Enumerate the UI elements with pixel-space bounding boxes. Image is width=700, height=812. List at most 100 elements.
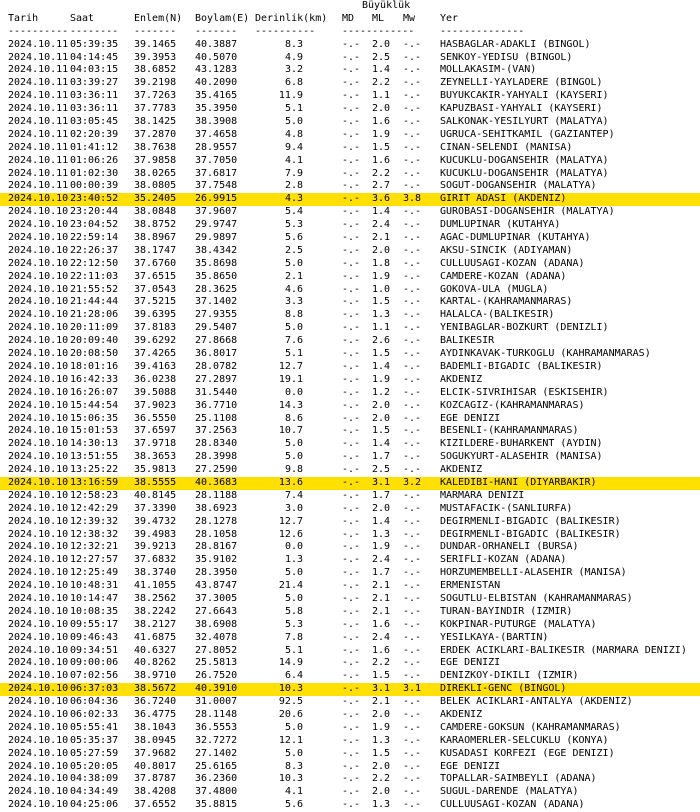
cell-mw: -.- (403, 64, 422, 76)
cell-time: 14:30:13 (70, 438, 119, 450)
table-row: 2024.10.10 20:09:40 39.6292 27.8668 7.6 -.- 2.… (0, 335, 700, 348)
cell-longitude: 35.9102 (195, 554, 238, 566)
cell-date: 2024.10.10 (8, 335, 69, 347)
cell-longitude: 37.3005 (195, 592, 238, 604)
cell-location: DIREKLI-GENC (BINGOL) (440, 683, 567, 695)
cell-location: DEGIRMENLI-BIGADIC (BALIKESIR) (440, 515, 621, 527)
cell-mw: -.- (403, 580, 422, 592)
cell-latitude: 37.9682 (134, 747, 177, 759)
cell-md: -.- (342, 799, 361, 811)
cell-date: 2024.10.10 (8, 734, 69, 746)
column-header-longitude: Boylam(E) (195, 12, 250, 24)
cell-md: -.- (342, 103, 361, 115)
table-row: 2024.10.10 05:35:37 38.0945 32.7272 12.1 -.- 1… (0, 735, 700, 748)
table-row: 2024.10.10 07:02:56 38.9710 26.7520 6.4 -.- 1.… (0, 670, 700, 683)
cell-location: MARMARA DENIZI (440, 489, 525, 501)
cell-md: -.- (342, 464, 361, 476)
cell-depth: 0.0 (284, 541, 303, 553)
table-row: 2024.10.10 06:04:36 36.7240 31.0007 92.5 -.- 2… (0, 696, 700, 709)
cell-time: 15:44:54 (70, 399, 119, 411)
cell-latitude: 38.3653 (134, 451, 177, 463)
cell-mw: -.- (403, 270, 422, 282)
cell-depth: 12.7 (278, 360, 303, 372)
cell-md: -.- (342, 399, 361, 411)
cell-date: 2024.10.10 (8, 438, 69, 450)
cell-md: -.- (342, 644, 361, 656)
cell-depth: 4.6 (284, 283, 303, 295)
cell-depth: 1.3 (284, 554, 303, 566)
cell-ml: 2.0 (372, 502, 391, 514)
table-row: 2024.10.10 05:20:05 40.8017 25.6165 8.3 -.- 2.… (0, 761, 700, 774)
cell-time: 03:05:45 (70, 116, 119, 128)
cell-date: 2024.10.10 (8, 760, 69, 772)
cell-md: -.- (342, 412, 361, 424)
cell-location: KUSADASI KORFEZI (EGE DENIZI) (440, 747, 615, 759)
cell-depth: 7.6 (284, 335, 303, 347)
table-row: 2024.10.10 09:46:43 41.6875 32.4078 7.8 -.- 2.… (0, 632, 700, 645)
cell-longitude: 27.2897 (195, 373, 238, 385)
cell-location: EGE DENIZI (440, 657, 501, 669)
cell-depth: 5.6 (284, 232, 303, 244)
cell-latitude: 38.8752 (134, 219, 177, 231)
cell-date: 2024.10.10 (8, 644, 69, 656)
cell-location: GOKOVA-ULA (MUGLA) (440, 283, 549, 295)
cell-depth: 4.3 (284, 193, 303, 205)
cell-ml: 1.4 (372, 360, 391, 372)
table-row: 2024.10.10 15:01:53 37.6597 37.2563 10.7 -.- 1… (0, 425, 700, 438)
cell-latitude: 38.8967 (134, 232, 177, 244)
cell-latitude: 39.4732 (134, 515, 177, 527)
cell-date: 2024.10.10 (8, 786, 69, 798)
cell-longitude: 28.3950 (195, 567, 238, 579)
cell-longitude: 25.1108 (195, 412, 238, 424)
cell-mw: -.- (403, 103, 422, 115)
cell-ml: 2.2 (372, 167, 391, 179)
cell-depth: 2.5 (284, 244, 303, 256)
cell-location: BALIKESIR (440, 335, 495, 347)
cell-longitude: 35.4165 (195, 90, 238, 102)
cell-ml: 2.0 (372, 786, 391, 798)
cell-latitude: 41.6875 (134, 631, 177, 643)
cell-time: 05:27:59 (70, 747, 119, 759)
cell-mw: -.- (403, 232, 422, 244)
column-header-time: Saat (70, 12, 95, 24)
cell-mw: 3.2 (403, 476, 422, 488)
cell-time: 21:55:52 (70, 283, 119, 295)
cell-time: 09:46:43 (70, 631, 119, 643)
cell-longitude: 37.4800 (195, 786, 238, 798)
cell-longitude: 36.7710 (195, 399, 238, 411)
table-row: 2024.10.10 15:06:35 36.5550 25.1108 8.6 -.- 2.… (0, 413, 700, 426)
cell-mw: -.- (403, 167, 422, 179)
cell-md: -.- (342, 116, 361, 128)
cell-longitude: 35.3950 (195, 103, 238, 115)
cell-ml: 1.7 (372, 451, 391, 463)
cell-md: -.- (342, 219, 361, 231)
cell-depth: 10.3 (278, 683, 303, 695)
cell-ml: 2.0 (372, 760, 391, 772)
cell-location: SALKONAK-YESILYURT (MALATYA) (440, 116, 609, 128)
cell-latitude: 37.6597 (134, 425, 177, 437)
cell-location: KOZCAGIZ-(KAHRAMANMARAS) (440, 399, 585, 411)
cell-ml: 1.9 (372, 270, 391, 282)
cell-depth: 8.8 (284, 309, 303, 321)
cell-md: -.- (342, 489, 361, 501)
column-header-date: Tarih (8, 12, 39, 24)
table-row: 2024.10.10 16:42:33 36.0238 27.2897 19.1 -.- 1… (0, 374, 700, 387)
cell-mw: -.- (403, 605, 422, 617)
cell-time: 09:55:17 (70, 618, 119, 630)
cell-mw: -.- (403, 77, 422, 89)
cell-location: BELEK ACIKLARI-ANTALYA (AKDENIZ) (440, 696, 633, 708)
cell-location: DENIZKOY-DIKILI (IZMIR) (440, 670, 579, 682)
cell-depth: 12.6 (278, 528, 303, 540)
cell-depth: 20.6 (278, 708, 303, 720)
cell-depth: 92.5 (278, 696, 303, 708)
cell-time: 05:39:35 (70, 38, 119, 50)
cell-date: 2024.10.10 (8, 206, 69, 218)
cell-ml: 1.1 (372, 322, 391, 334)
cell-ml: 2.1 (372, 592, 391, 604)
table-row: 2024.10.10 12:42:29 37.3390 38.6923 3.0 -.- 2.… (0, 503, 700, 516)
cell-depth: 8.3 (284, 38, 303, 50)
cell-ml: 2.2 (372, 657, 391, 669)
cell-ml: 2.4 (372, 554, 391, 566)
cell-md: -.- (342, 193, 361, 205)
cell-mw: -.- (403, 502, 422, 514)
